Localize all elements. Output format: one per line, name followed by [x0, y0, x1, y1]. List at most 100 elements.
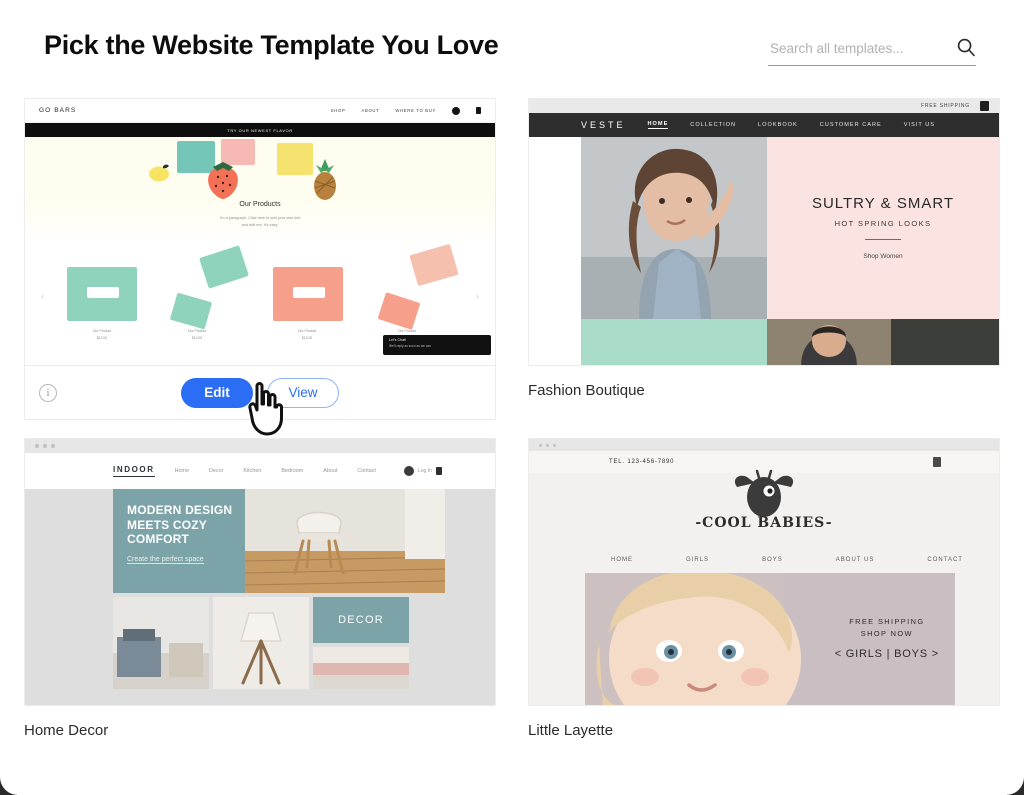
tile-label: DECOR [338, 614, 384, 626]
page-title: Pick the Website Template You Love [44, 30, 499, 60]
product-box [377, 292, 421, 330]
hero-text-panel: MODERN DESIGN MEETS COZY COMFORT Create … [113, 489, 245, 593]
nav-link-boys: BOYS [762, 557, 783, 563]
preview-navbar: GO BARS SHOP ABOUT WHERE TO BUY [25, 99, 495, 123]
carousel-prev-icon[interactable]: ‹ [41, 291, 44, 301]
tile-decor-label: DECOR [313, 597, 409, 643]
nav-link-contact: CONTACT [927, 557, 963, 563]
hero-headline: MODERN DESIGN MEETS COZY COMFORT [127, 503, 233, 547]
model-photo [581, 137, 767, 319]
nav-link-visit-us: VISIT US [903, 122, 935, 128]
preview-page: -COOL BABIES- HOME GIRLS BOYS ABOUT US C… [529, 469, 999, 705]
promo-line-1: FREE SHIPPING [849, 617, 925, 626]
template-card[interactable]: GO BARS SHOP ABOUT WHERE TO BUY TRY OUR … [24, 98, 496, 436]
preview-navbar: HOME GIRLS BOYS ABOUT US CONTACT [611, 557, 963, 563]
hero-sub-line: and edit me. It's easy. [241, 223, 279, 228]
window-dot-icon [546, 443, 549, 447]
browser-chrome-bar [529, 439, 999, 451]
nav-link-contact: Contact [357, 468, 376, 474]
tile-lamp-photo [213, 597, 309, 689]
preview-hero: Our Products I'm a paragraph. Click here… [25, 137, 495, 245]
window-dot-icon [43, 444, 47, 448]
cart-icon [933, 457, 941, 467]
product-title: Our Product [92, 329, 112, 333]
template-preview-thumbnail[interactable]: FREE SHIPPING VESTE HOME COLLECTION LOOK… [528, 98, 1000, 366]
nav-link-decor: Decor [209, 468, 224, 474]
template-grid: GO BARS SHOP ABOUT WHERE TO BUY TRY OUR … [24, 98, 1008, 754]
product-price: $12.00 [301, 336, 313, 340]
cart-icon [980, 101, 989, 111]
hero-sub-line: I'm a paragraph. Click here to add your … [219, 216, 301, 220]
go-bars-site-preview: GO BARS SHOP ABOUT WHERE TO BUY TRY OUR … [25, 99, 495, 365]
template-card[interactable]: INDOOR Home Decor Kitchen Bedroom About … [24, 438, 496, 754]
cart-icon [476, 107, 481, 114]
preview-announcement-bar: TRY OUR NEWEST FLAVOR [25, 123, 495, 137]
hero-cta-link: Create the perfect space [127, 555, 204, 564]
phone-number: TEL. 123-456-7890 [609, 459, 675, 465]
preview-hero-title: Our Products [239, 201, 281, 208]
nav-link-home: Home [174, 468, 189, 474]
nav-link-about: About [323, 468, 338, 474]
chat-status: We'll reply as soon as we can [389, 344, 431, 348]
template-card[interactable]: TEL. 123-456-7890 -COOL BABIES- HOME GIR… [528, 438, 1000, 754]
product-title: Our Product [297, 329, 317, 333]
preview-hero-sub: I'm a paragraph. Click here to add your … [25, 215, 495, 229]
template-preview-thumbnail[interactable]: TEL. 123-456-7890 -COOL BABIES- HOME GIR… [528, 438, 1000, 706]
product-price: $12.00 [96, 336, 108, 340]
pineapple-icon [314, 159, 336, 200]
cart-icon [435, 467, 442, 475]
template-name: Fashion Boutique [528, 381, 645, 399]
mint-color-block [581, 319, 767, 365]
login-label: Log In [417, 468, 432, 474]
template-preview-thumbnail[interactable]: INDOOR Home Decor Kitchen Bedroom About … [24, 438, 496, 706]
cool-babies-site-preview: TEL. 123-456-7890 -COOL BABIES- HOME GIR… [529, 439, 999, 705]
promo-headline: SULTRY & SMART [811, 195, 955, 212]
template-name: Little Layette [528, 721, 614, 739]
product-box [199, 245, 249, 289]
nav-link: ABOUT [361, 108, 380, 113]
carousel-next-icon[interactable]: › [476, 291, 479, 301]
avatar-icon [403, 466, 414, 476]
nav-link-bedroom: Bedroom [281, 468, 304, 474]
preview-hero: MODERN DESIGN MEETS COZY COMFORT Create … [25, 489, 495, 593]
account-icon [452, 106, 460, 115]
template-card[interactable]: FREE SHIPPING VESTE HOME COLLECTION LOOK… [528, 98, 1000, 420]
bear-logo-icon [734, 469, 794, 517]
preview-navbar: INDOOR Home Decor Kitchen Bedroom About … [25, 453, 495, 489]
preview-tile-grid: DECOR [25, 593, 495, 705]
nav-link-collection: COLLECTION [690, 122, 737, 128]
hero-baby-photo: FREE SHIPPING SHOP NOW < GIRLS | BOYS > [585, 573, 955, 705]
search-box[interactable] [768, 36, 976, 66]
preview-top-bar: FREE SHIPPING [529, 99, 999, 113]
product-box [169, 292, 213, 330]
promo-line-2: SHOP NOW [860, 629, 913, 638]
preview-product-carousel: ‹ › Our Product $12.00 Our Product $12.0… [25, 243, 495, 357]
browser-chrome-bar [25, 439, 495, 453]
product-box [409, 243, 459, 287]
search-input[interactable] [768, 36, 944, 60]
chat-widget[interactable]: Let's Chat! We'll reply as soon as we ca… [383, 335, 491, 355]
strawberry-icon [208, 162, 238, 199]
edit-button[interactable]: Edit [181, 377, 253, 408]
window-dot-icon [51, 444, 55, 448]
search-icon[interactable] [956, 37, 976, 57]
nav-link: SHOP [330, 108, 346, 113]
product-title: Our Product [397, 329, 417, 333]
nav-link-kitchen: Kitchen [243, 468, 262, 474]
nav-link-girls: GIRLS [686, 557, 710, 563]
product-box-label [87, 287, 119, 298]
template-actions: i Edit View [24, 366, 496, 436]
info-icon[interactable]: i [39, 383, 57, 402]
lemon-icon [149, 164, 169, 182]
hero-photo-chair [245, 489, 445, 593]
promo-panel: SULTRY & SMART HOT SPRING LOOKS Shop Wom… [767, 137, 999, 319]
nav-link-customer-care: CUSTOMER CARE [819, 122, 882, 128]
product-price: $12.00 [191, 336, 203, 340]
dark-color-block [891, 319, 999, 365]
template-preview-thumbnail[interactable]: GO BARS SHOP ABOUT WHERE TO BUY TRY OUR … [24, 98, 496, 366]
preview-brand: -COOL BABIES- [695, 515, 833, 531]
view-button[interactable]: View [267, 377, 339, 408]
preview-logo: INDOOR [113, 465, 155, 477]
divider [865, 239, 901, 240]
free-shipping-label: FREE SHIPPING [920, 103, 970, 109]
